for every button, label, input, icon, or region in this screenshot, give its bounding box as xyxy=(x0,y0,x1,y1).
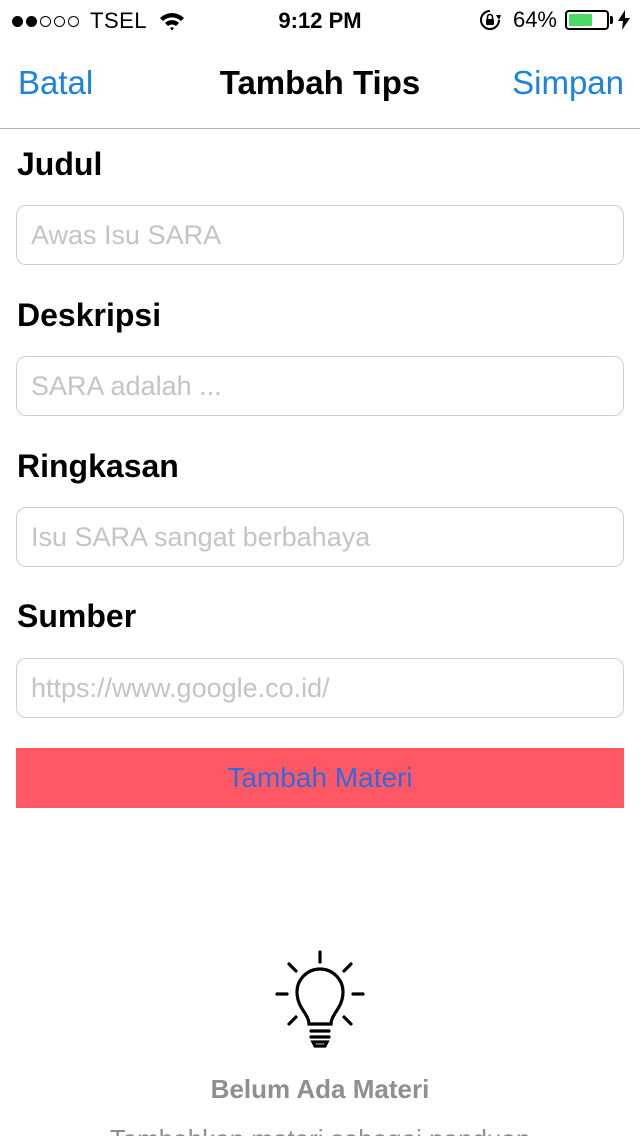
save-button[interactable]: Simpan xyxy=(512,64,624,102)
battery-percentage: 64% xyxy=(512,7,557,32)
source-label: Sumber xyxy=(17,598,137,634)
add-material-button[interactable]: Tambah Materi xyxy=(16,748,624,808)
rotation-lock-icon xyxy=(479,10,501,30)
empty-state-title: Belum Ada Materi xyxy=(210,1074,430,1104)
battery-icon xyxy=(565,10,609,30)
empty-state-subtitle: Tambahkan materi sebagai panduan xyxy=(0,1124,640,1136)
status-bar: TSEL 9:12 PM 64% xyxy=(0,0,640,40)
description-label: Deskripsi xyxy=(17,297,162,333)
description-input[interactable] xyxy=(16,356,624,416)
navigation-bar: Batal Tambah Tips Simpan xyxy=(0,40,640,129)
status-right: 64% xyxy=(479,7,630,33)
lightbulb-icon xyxy=(275,950,365,1048)
title-input[interactable] xyxy=(16,205,624,265)
summary-input[interactable] xyxy=(16,507,624,567)
battery-tip xyxy=(610,16,613,24)
source-input[interactable] xyxy=(16,658,624,718)
title-label: Judul xyxy=(17,146,103,182)
summary-label: Ringkasan xyxy=(17,448,179,484)
add-tips-screen: TSEL 9:12 PM 64% Batal Tambah Tips Simpa… xyxy=(0,0,640,1136)
add-material-label: Tambah Materi xyxy=(227,762,413,793)
charging-bolt-icon xyxy=(618,10,630,30)
battery-level-fill xyxy=(569,14,593,26)
